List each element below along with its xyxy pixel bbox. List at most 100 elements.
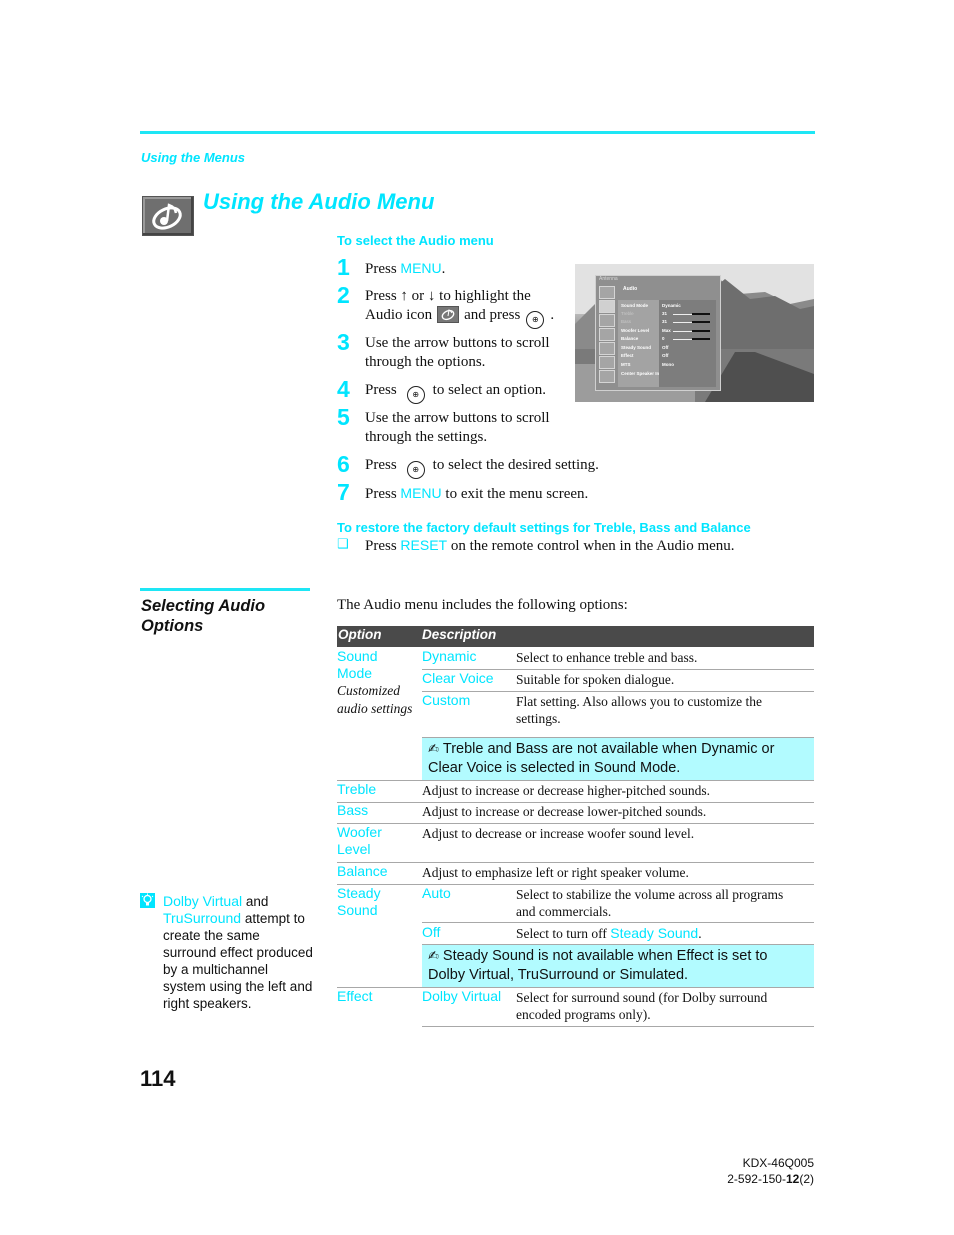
section-rule xyxy=(140,588,310,591)
step-text: Audio icon xyxy=(365,307,433,323)
option-balance: Balance xyxy=(337,863,388,879)
parent-icon xyxy=(599,342,615,355)
row-divider xyxy=(422,1026,814,1027)
option-desc: Adjust to emphasize left or right speake… xyxy=(422,865,689,880)
tv-setting-value: Off xyxy=(662,353,669,358)
sub-option-off: Off xyxy=(422,924,441,940)
up-arrow-icon: ↑ xyxy=(400,288,408,304)
sub-option-auto: Auto xyxy=(422,885,451,901)
sound-mode-note-box: ✍ Treble and Bass are not available when … xyxy=(422,738,814,780)
row-divider xyxy=(337,987,814,988)
reset-heading: To restore the factory default settings … xyxy=(337,520,751,535)
tv-setting-value: 0 xyxy=(662,336,665,341)
option-sound-mode: Sound Mode xyxy=(337,648,378,681)
sub-option-desc: Suitable for spoken dialogue. xyxy=(516,672,675,687)
step-text: Press xyxy=(365,288,401,304)
step-number: 1 xyxy=(337,254,350,280)
checkbox-bullet-icon: ❑ xyxy=(337,537,349,552)
note-text: Steady Sound is not available when Effec… xyxy=(428,948,768,983)
option-desc: Adjust to decrease or increase woofer so… xyxy=(422,826,695,841)
channel-icon xyxy=(599,328,615,341)
part-code-version: 12 xyxy=(785,1172,800,1186)
step-4-text: Press ⊕ to select an option. xyxy=(365,381,585,404)
page-number: 114 xyxy=(140,1066,176,1091)
tv-setting-value: 31 xyxy=(662,311,668,316)
page-title: Using the Audio Menu xyxy=(203,189,435,214)
option-woofer-level: Woofer Level xyxy=(337,824,382,857)
menu-keyword: MENU xyxy=(400,260,442,276)
step-1-text: Press MENU. xyxy=(365,259,585,279)
note-text: Treble and Bass are not available when D… xyxy=(428,741,775,776)
step-2-text: Press ↑ or ↓ to highlight the Audio icon… xyxy=(365,287,585,329)
sound-mode-note: Customized audio settings xyxy=(337,683,413,716)
row-divider xyxy=(422,691,814,692)
row-divider xyxy=(337,862,814,863)
step-3-text: Use the arrow buttons to scroll through … xyxy=(365,335,550,370)
tv-menu-title: Antenna xyxy=(599,276,618,282)
step-number: 4 xyxy=(337,376,350,402)
table-header: Option Description xyxy=(337,626,814,647)
row-divider xyxy=(422,922,814,923)
step-text: to highlight the xyxy=(435,288,531,304)
tv-setting-label: Sound Mode xyxy=(621,303,648,308)
enter-button-icon: ⊕ xyxy=(406,461,425,479)
applications-icon xyxy=(599,370,615,383)
step-number: 6 xyxy=(337,451,350,477)
reset-text: on the remote control when in the Audio … xyxy=(447,538,735,554)
part-code: 2-592-150-12(2) xyxy=(700,1171,814,1187)
steady-sound-note-box: ✍ Steady Sound is not available when Effe… xyxy=(422,945,814,987)
tv-setting-value: Max xyxy=(662,328,671,333)
sub-option-desc: Select to stabilize the volume across al… xyxy=(516,887,784,919)
sub-option-desc: Select for surround sound (for Dolby sur… xyxy=(516,990,768,1022)
tv-setting-label: Treble xyxy=(621,311,634,316)
sub-option-dolby-virtual: Dolby Virtual xyxy=(422,988,502,1004)
screen-icon xyxy=(599,314,615,327)
step-text: or xyxy=(407,288,428,304)
breadcrumb: Using the Menus xyxy=(141,150,246,165)
audio-icon xyxy=(437,306,460,323)
section-title: Selecting Audio Options xyxy=(141,597,266,635)
sub-option-dynamic: Dynamic xyxy=(422,648,477,664)
tv-setting-label: Steady Sound xyxy=(621,345,652,350)
step-text: to select an option. xyxy=(432,382,546,398)
row-divider xyxy=(337,823,814,824)
tv-section-title: Audio xyxy=(623,286,638,292)
step-number: 2 xyxy=(337,282,350,308)
enter-button-icon: ⊕ xyxy=(526,311,545,329)
step-text: . xyxy=(550,307,555,323)
tv-setting-value: Dynamic xyxy=(662,303,681,308)
model-info: KDX-46Q005 2-592-150-12(2) xyxy=(700,1155,814,1187)
step-text: Press xyxy=(365,486,401,502)
sub-option-desc: Select to enhance treble and bass. xyxy=(516,650,698,665)
row-divider xyxy=(337,780,814,781)
step-number: 5 xyxy=(337,404,350,430)
step-5-text: Use the arrow buttons to scroll through … xyxy=(365,410,550,445)
tv-setting-label: Center Speaker In xyxy=(621,371,660,376)
tv-setting-value: Off xyxy=(662,345,669,350)
lightbulb-icon xyxy=(140,893,155,908)
tv-setting-label: Woofer Level xyxy=(621,328,650,333)
reset-keyword: RESET xyxy=(400,537,448,553)
step-text: and press xyxy=(464,307,521,323)
option-bass: Bass xyxy=(337,802,369,818)
model-number: KDX-46Q005 xyxy=(742,1156,814,1170)
tv-setting-value: 31 xyxy=(662,319,668,324)
tv-setting-value: Mono xyxy=(662,362,674,367)
reset-instruction: Press RESET on the remote control when i… xyxy=(365,537,735,555)
step-6-text: Press ⊕ to select the desired setting. xyxy=(365,456,665,479)
tv-setting-slider xyxy=(673,313,710,315)
tv-setting-label: Balance xyxy=(621,336,639,341)
sub-option-desc: Select to turn off Steady Sound. xyxy=(516,925,806,942)
tv-setting-label: Effect xyxy=(621,353,634,358)
slider-fill xyxy=(691,338,710,340)
note-pencil-icon: ✍ xyxy=(428,949,439,964)
select-audio-menu-heading: To select the Audio menu xyxy=(337,233,494,248)
option-steady-sound: Steady Sound xyxy=(337,885,381,918)
slider-fill xyxy=(691,313,710,315)
tv-setting-label: Bass xyxy=(621,319,632,324)
section-intro: The Audio menu includes the following op… xyxy=(337,597,628,613)
tip-text: Dolby Virtual and TruSurround attempt to… xyxy=(163,893,313,1012)
part-code-prefix: 2-592-150- xyxy=(727,1172,786,1186)
tv-screen-illustration: Antenna Audio Sound Mode Dynamic Treble 31 B… xyxy=(575,264,814,402)
tv-setting-slider xyxy=(673,338,710,340)
